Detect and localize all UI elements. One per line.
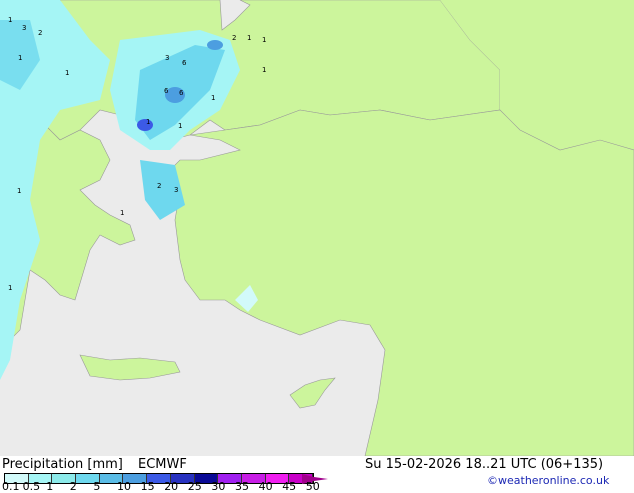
scale-tick-label: 40 (258, 480, 273, 493)
model-name: ECMWF (138, 457, 187, 472)
station-value: 1 (18, 54, 22, 62)
station-value: 1 (178, 122, 182, 130)
station-value: 3 (22, 24, 26, 32)
station-value: 3 (174, 186, 178, 194)
station-value: 3 (165, 54, 169, 62)
precipitation-map: 1 3 2 1 1 2 1 3 6 1 1 6 6 1 1 1 2 3 1 1 1 (0, 0, 634, 456)
scale-tick-label: 0.5 (22, 480, 41, 493)
station-value: 6 (179, 89, 184, 97)
legend-title: Precipitation [mm] (2, 457, 123, 472)
station-value: 1 (146, 118, 150, 126)
scale-tick-label: 50 (305, 480, 320, 493)
station-value: 1 (8, 16, 12, 24)
station-value: 1 (262, 36, 266, 44)
scale-tick-label: 30 (211, 480, 226, 493)
scale-tick-label: 2 (69, 480, 77, 493)
station-value: 2 (157, 182, 161, 190)
station-value: 2 (38, 29, 42, 37)
scale-tick-label: 45 (282, 480, 297, 493)
station-value: 1 (247, 34, 251, 42)
station-value: 1 (211, 94, 215, 102)
station-value: 1 (262, 66, 266, 74)
station-value: 1 (120, 209, 124, 217)
scale-tick-label: 15 (140, 480, 155, 493)
station-value: 1 (65, 69, 69, 77)
credit-link[interactable]: ©weatheronline.co.uk (487, 474, 609, 487)
scale-tick-label: 35 (235, 480, 249, 493)
scale-tick-label: 10 (117, 480, 131, 493)
scale-tick-label: 25 (187, 480, 202, 493)
station-value: 6 (164, 87, 169, 95)
scale-tick-label: 5 (93, 480, 101, 493)
station-value: 1 (17, 187, 21, 195)
valid-datetime: Su 15-02-2026 18..21 UTC (06+135) (365, 457, 604, 472)
scale-tick-label: 0.1 (2, 480, 20, 493)
station-value: 1 (8, 284, 12, 292)
station-value: 6 (182, 59, 187, 67)
station-value: 2 (232, 34, 236, 42)
scale-tick-label: 1 (46, 480, 54, 493)
scale-tick-label: 20 (164, 480, 179, 493)
